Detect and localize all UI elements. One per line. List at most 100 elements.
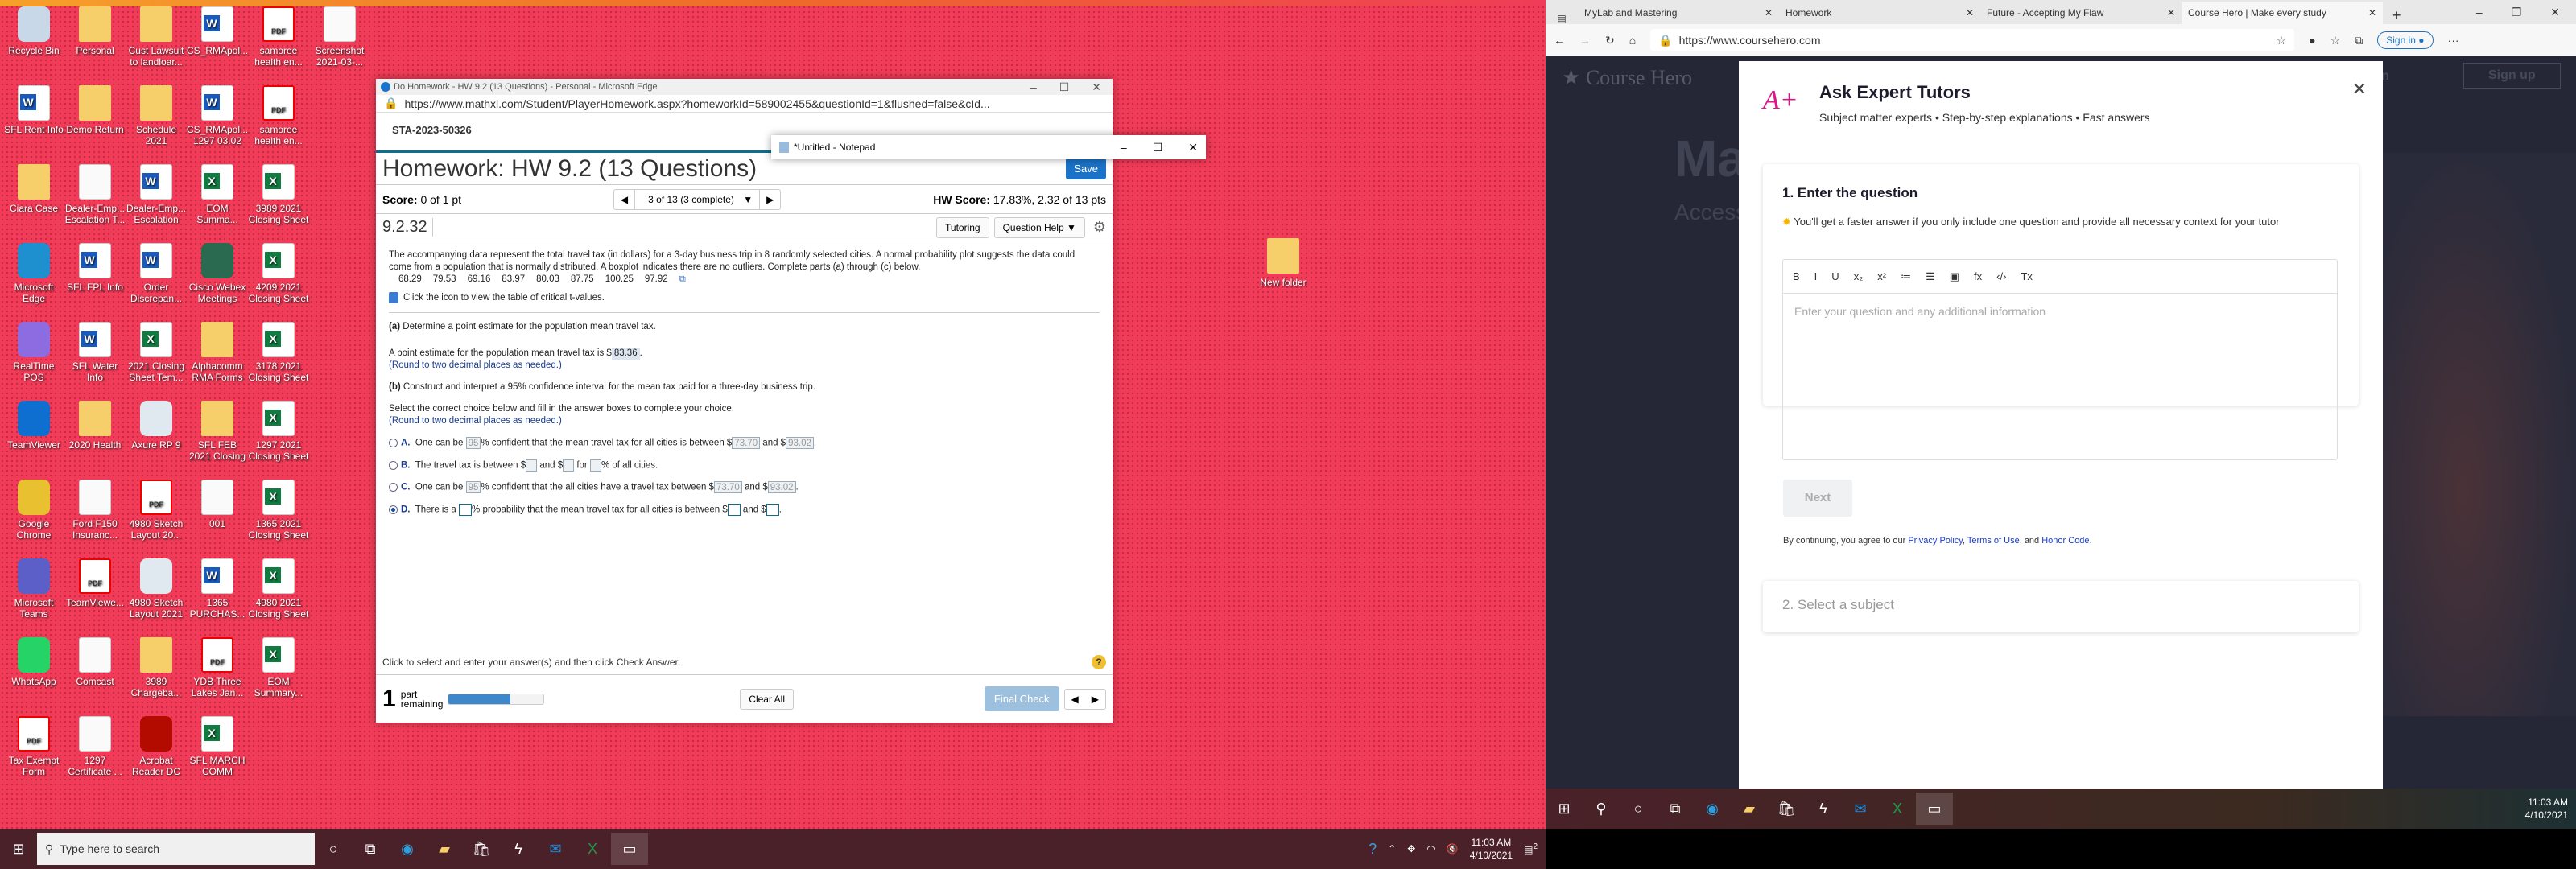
- desktop-icon[interactable]: 2021 Closing Sheet Tem...: [126, 322, 187, 383]
- editor-placeholder[interactable]: Enter your question and any additional i…: [1783, 294, 2337, 329]
- option-c[interactable]: C. One can be 95% confident that the all…: [389, 481, 1100, 494]
- desktop-icon[interactable]: SFL FPL Info: [64, 243, 126, 293]
- desktop-icon[interactable]: TeamViewer: [3, 401, 64, 451]
- desktop-icon[interactable]: Ford F150 Insuranc...: [64, 480, 126, 541]
- desktop-icon[interactable]: SFL Rent Info: [3, 85, 64, 135]
- close-tab-icon[interactable]: ✕: [2368, 7, 2376, 19]
- forward-button[interactable]: →: [1579, 34, 1591, 47]
- file-explorer-icon[interactable]: ▰: [426, 833, 463, 865]
- honor-code-link[interactable]: Honor Code: [2041, 536, 2089, 546]
- mail-icon[interactable]: ✉: [1842, 793, 1879, 825]
- desktop-icon[interactable]: 4980 Sketch Layout 2021: [126, 558, 187, 620]
- desktop-icon[interactable]: 1365 2021 Closing Sheet: [248, 480, 309, 541]
- minimize-button[interactable]: –: [1030, 80, 1037, 94]
- new-tab-button[interactable]: +: [2383, 7, 2411, 24]
- more-icon[interactable]: ···: [2448, 34, 2459, 47]
- next-button[interactable]: Next: [1783, 480, 1852, 517]
- option-b-upper-box[interactable]: [563, 459, 575, 472]
- close-button[interactable]: ✕: [2550, 6, 2560, 19]
- question-help-button[interactable]: Question Help ▼: [993, 216, 1085, 238]
- start-button[interactable]: ⊞: [0, 833, 37, 865]
- desktop-icon[interactable]: SFL MARCH COMM: [187, 716, 248, 777]
- step-2-card[interactable]: 2. Select a subject: [1763, 581, 2359, 632]
- desktop-icon[interactable]: Schedule 2021: [126, 85, 187, 146]
- option-d-radio-selected[interactable]: [389, 505, 398, 514]
- maximize-button[interactable]: ☐: [1059, 80, 1070, 94]
- desktop-icon[interactable]: 3989 Chargeba...: [126, 637, 187, 698]
- cortana-icon[interactable]: ○: [1620, 793, 1657, 825]
- browser-tab[interactable]: MyLab and Mastering ✕: [1578, 2, 1779, 24]
- option-c-confidence-box[interactable]: 95: [465, 481, 481, 494]
- desktop-icon[interactable]: 1297 Certificate ...: [64, 716, 126, 777]
- save-button[interactable]: Save: [1066, 158, 1106, 179]
- desktop-icon[interactable]: Screenshot 2021-03-...: [309, 6, 370, 68]
- lightning-app-icon[interactable]: ϟ: [500, 833, 537, 865]
- point-estimate-answer[interactable]: 83.36: [611, 348, 640, 360]
- desktop-icon[interactable]: 4209 2021 Closing Sheet: [248, 243, 309, 304]
- window-titlebar[interactable]: Do Homework - HW 9.2 (13 Questions) - Pe…: [376, 79, 1113, 95]
- volume-muted-icon[interactable]: 🔇: [1447, 843, 1459, 855]
- desktop-icon[interactable]: Tax Exempt Form: [3, 716, 64, 777]
- desktop-icon[interactable]: Demo Return: [64, 85, 126, 135]
- notepad-taskbar-icon[interactable]: ▭: [1916, 793, 1953, 825]
- close-button[interactable]: ✕: [1188, 141, 1198, 154]
- minimize-button[interactable]: –: [1121, 141, 1127, 154]
- desktop-icon[interactable]: Google Chrome: [3, 480, 64, 541]
- minimize-button[interactable]: –: [2476, 6, 2483, 19]
- editor-tool-button[interactable]: ▣: [1950, 270, 1959, 283]
- close-tab-icon[interactable]: ✕: [2167, 7, 2175, 19]
- option-c-upper-box[interactable]: 93.02: [767, 481, 796, 494]
- desktop-icon[interactable]: Cust Lawsuit to landloar...: [126, 6, 187, 68]
- next-question-button[interactable]: ▶: [760, 194, 780, 205]
- desktop-icon[interactable]: Recycle Bin: [3, 6, 64, 56]
- home-button[interactable]: ⌂: [1629, 34, 1636, 47]
- desktop-icon[interactable]: samoree health en...: [248, 6, 309, 68]
- desktop-icon[interactable]: 3989 2021 Closing Sheet: [248, 164, 309, 225]
- terms-of-use-link[interactable]: Terms of Use: [1967, 536, 2020, 546]
- desktop-icon[interactable]: SFL Water Info: [64, 322, 126, 383]
- option-d[interactable]: D. There is a % probability that the mea…: [389, 503, 1100, 517]
- favorite-icon[interactable]: ☆: [2277, 34, 2287, 47]
- sign-in-button[interactable]: Sign in ●: [2377, 31, 2434, 49]
- browser-tab[interactable]: Future - Accepting My Flaw ✕: [1980, 2, 2182, 24]
- editor-tool-button[interactable]: fx: [1974, 270, 1982, 282]
- desktop-icon[interactable]: Cisco Webex Meetings: [187, 243, 248, 304]
- store-icon[interactable]: 🛍: [1768, 793, 1805, 825]
- prev-question-button[interactable]: ◀: [614, 194, 634, 205]
- desktop-icon[interactable]: EOM Summa...: [187, 164, 248, 225]
- desktop-icon[interactable]: Order Discrepan...: [126, 243, 187, 304]
- edge-taskbar-icon[interactable]: ◉: [389, 833, 426, 865]
- mail-icon[interactable]: ✉: [537, 833, 574, 865]
- desktop-icon[interactable]: Microsoft Edge: [3, 243, 64, 304]
- close-tab-icon[interactable]: ✕: [1966, 7, 1974, 19]
- desktop-icon[interactable]: CS_RMApol...: [187, 6, 248, 56]
- cortana-icon[interactable]: ○: [315, 833, 352, 865]
- refresh-button[interactable]: ↻: [1605, 34, 1615, 47]
- option-d-lower-box[interactable]: [727, 503, 741, 516]
- back-button[interactable]: ←: [1554, 34, 1565, 47]
- option-a-lower-box[interactable]: 73.70: [732, 437, 761, 450]
- clock[interactable]: 11:03 AM 4/10/2021: [2525, 796, 2576, 822]
- next-button[interactable]: ▶: [1085, 694, 1105, 705]
- close-button[interactable]: ✕: [1092, 80, 1101, 94]
- option-b[interactable]: B. The travel tax is between $ and $ for…: [389, 459, 1100, 472]
- task-view-icon[interactable]: ⧉: [352, 833, 389, 865]
- edge-taskbar-icon[interactable]: ◉: [1694, 793, 1731, 825]
- desktop-icon[interactable]: 1297 2021 Closing Sheet: [248, 401, 309, 462]
- show-hidden-icons[interactable]: ⌃: [1388, 843, 1396, 855]
- dropbox-icon[interactable]: ✥: [1407, 843, 1415, 855]
- tab-actions-icon[interactable]: ▤: [1546, 13, 1578, 24]
- file-explorer-icon[interactable]: ▰: [1731, 793, 1768, 825]
- option-a-upper-box[interactable]: 93.02: [786, 437, 814, 450]
- option-c-radio[interactable]: [389, 483, 398, 492]
- editor-tool-button[interactable]: Tx: [2021, 270, 2032, 282]
- desktop-icon[interactable]: Personal: [64, 6, 126, 56]
- question-editor[interactable]: B I Ux₂ x² ≔ ☰ ▣ fx ‹/› Tx Enter your question an…: [1782, 259, 2338, 460]
- collections-icon[interactable]: ⧉: [2355, 34, 2363, 47]
- option-b-percent-box[interactable]: [589, 459, 601, 472]
- desktop-icon[interactable]: 001: [187, 480, 248, 529]
- notepad-taskbar-icon[interactable]: ▭: [611, 833, 648, 865]
- copy-data-icon[interactable]: ⧉: [679, 274, 686, 284]
- maximize-button[interactable]: ☐: [1153, 141, 1163, 154]
- editor-tool-button[interactable]: U: [1831, 270, 1839, 282]
